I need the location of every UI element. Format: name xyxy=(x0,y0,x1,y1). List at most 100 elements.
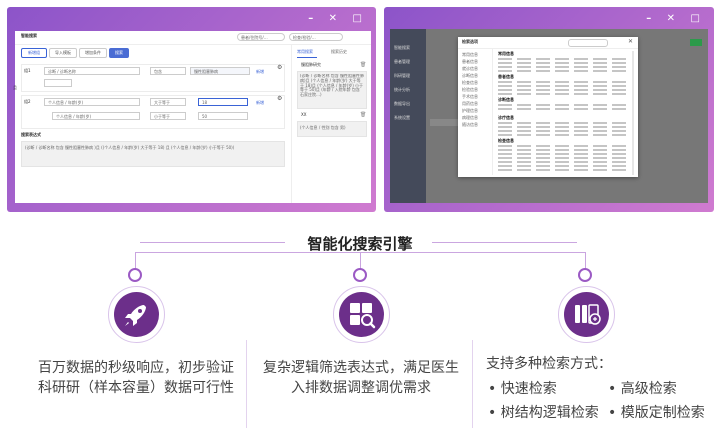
sidebar-item[interactable]: 统计分析 xyxy=(394,83,410,97)
column-separator xyxy=(246,340,247,428)
status-badge xyxy=(690,39,702,46)
and-label: 且 xyxy=(13,85,17,90)
group-1-label: 组1 xyxy=(24,68,31,73)
group-1-field-select[interactable]: 诊断 / 诊断名称 xyxy=(44,67,140,75)
search-mode-label: 快速检索 xyxy=(500,381,557,397)
group-1-logic-select[interactable] xyxy=(44,79,72,87)
delete-icon[interactable]: 🗑 xyxy=(360,62,366,68)
search-mode-label: 模版定制检索 xyxy=(620,405,705,421)
saved-search-item-1-text: (诊断 / 诊断名称 包含 慢性阻塞性肺病)且 (个人信息 / 年龄(岁) 大于… xyxy=(300,74,364,98)
sidebar-item[interactable]: 患者管理 xyxy=(394,55,410,69)
connector-node xyxy=(578,268,592,282)
expression-title: 搜索表达式 xyxy=(21,132,41,137)
add-condition-button[interactable]: 增加条件 xyxy=(79,48,107,58)
search-button[interactable]: 搜索 xyxy=(109,48,129,58)
tab-indicator xyxy=(297,57,317,58)
dialog-search-input[interactable] xyxy=(568,39,608,47)
settings-icon[interactable]: ⚙ xyxy=(277,95,282,102)
feature-description: 百万数据的秒级响应，初步验证科研研（样本容量）数据可行性 xyxy=(38,360,234,396)
group-2-value-input[interactable]: 18 xyxy=(198,98,248,106)
section-title: 诊断信息 xyxy=(498,97,514,102)
group-1-operator-select[interactable]: 包含 xyxy=(150,67,186,75)
group-2-field-select[interactable]: 个人信息 / 年龄(岁) xyxy=(44,98,140,106)
saved-search-item-2[interactable]: XX xyxy=(301,112,306,118)
category-item[interactable]: 护理信息 xyxy=(462,107,478,114)
sidebar-item[interactable]: 系统设置 xyxy=(394,111,410,125)
category-item[interactable]: 检查信息 xyxy=(462,79,478,86)
column-separator xyxy=(472,340,473,428)
sidebar-item[interactable]: 科研管理 xyxy=(394,69,410,83)
connector-node xyxy=(128,268,142,282)
feature-icon-frame xyxy=(333,286,390,343)
group-1-value-input[interactable]: 慢性阻塞肺病 xyxy=(190,67,250,75)
import-template-button[interactable]: 导入模板 xyxy=(49,48,77,58)
database-search-icon xyxy=(564,292,609,337)
group-2-operator2-select[interactable]: 小于等于 xyxy=(150,112,186,120)
option-list[interactable] xyxy=(498,122,626,136)
option-list[interactable] xyxy=(498,81,626,95)
section-title: 常用信息 xyxy=(498,51,514,56)
option-list[interactable] xyxy=(498,58,626,72)
group-2-add-link[interactable]: 新增 xyxy=(256,100,264,106)
window-controls[interactable]: – ✕ □ xyxy=(308,13,368,24)
side-divider xyxy=(291,45,292,203)
search-grid-icon xyxy=(339,292,384,337)
window-controls[interactable]: – ✕ □ xyxy=(646,13,706,24)
window-title: 智能搜索 xyxy=(21,33,37,38)
group-2-value2-input[interactable]: 50 xyxy=(198,112,248,120)
condition-group-1: 组1 诊断 / 诊断名称 包含 慢性阻塞肺病 新增 xyxy=(21,64,285,92)
page-title: 智能化搜索引擎 xyxy=(307,235,413,253)
scrollbar[interactable] xyxy=(632,51,634,175)
category-item[interactable]: 随访信息 xyxy=(462,121,478,128)
saved-search-item-2-text: (个人信息 / 性别 包含 男) xyxy=(300,125,346,130)
saved-search-item-1[interactable]: 慢阻肺研究 xyxy=(301,62,321,68)
divider xyxy=(15,44,371,45)
sidebar-item[interactable]: 数据导出 xyxy=(394,97,410,111)
sidebar-item[interactable]: 智能搜索 xyxy=(394,41,410,55)
new-group-button[interactable]: 新增组 xyxy=(21,48,47,58)
close-icon[interactable]: ✕ xyxy=(628,38,633,45)
saved-search-item-1-box: (诊断 / 诊断名称 包含 慢性阻塞性肺病)且 (个人信息 / 年龄(岁) 大于… xyxy=(297,71,367,109)
dimmed-field xyxy=(430,119,460,126)
category-item[interactable]: 患者信息 xyxy=(462,58,478,65)
condition-group-2: 组2 个人信息 / 年龄(岁) 大于等于 18 新增 个人信息 / 年龄(岁) … xyxy=(21,95,285,129)
exam-search-input[interactable]: 检查/检验/… xyxy=(289,33,343,41)
window-titlebar: – ✕ □ xyxy=(7,7,376,33)
category-item[interactable]: 检验信息 xyxy=(462,86,478,93)
sidebar-list: 智能搜索 患者管理 科研管理 统计分析 数据导出 系统设置 xyxy=(394,41,410,125)
search-mode-item: • 高级检索 xyxy=(608,381,677,397)
category-item[interactable]: 常用信息 xyxy=(462,51,478,58)
patient-search-input[interactable]: 患者/住院号/… xyxy=(237,33,285,41)
feature-icon-frame xyxy=(108,286,165,343)
group-1-add-link[interactable]: 新增 xyxy=(256,69,264,75)
dialog-divider xyxy=(492,49,493,175)
search-mode-label: 高级检索 xyxy=(620,381,677,397)
search-mode-item: • 模版定制检索 xyxy=(608,405,705,421)
feature-icon-frame xyxy=(558,286,615,343)
section-title: 诊疗信息 xyxy=(498,115,514,120)
screenshot-search-options: – ✕ □ 智能搜索 患者管理 科研管理 统计分析 数据导出 系统设置 检索选项… xyxy=(384,7,714,212)
expression-text: (诊断 / 诊断名称 包含 慢性阻塞性肺病 )且 ((个人信息 / 年龄(岁) … xyxy=(25,145,235,150)
search-options-dialog: 检索选项 ✕ 常用信息 患者信息 就诊信息 诊断信息 检查信息 检验信息 手术信… xyxy=(458,37,638,177)
option-list[interactable] xyxy=(498,104,626,112)
section-title: 患者信息 xyxy=(498,74,514,79)
settings-icon[interactable]: ⚙ xyxy=(277,64,282,71)
group-2-field2-select[interactable]: 个人信息 / 年龄(岁) xyxy=(52,112,140,120)
category-item[interactable]: 病理信息 xyxy=(462,114,478,121)
saved-search-item-2-box: (个人信息 / 性别 包含 男) xyxy=(297,121,367,137)
search-mode-item: • 树结构逻辑检索 xyxy=(488,405,599,421)
category-item[interactable]: 手术信息 xyxy=(462,93,478,100)
dialog-title: 检索选项 xyxy=(462,39,478,44)
feature-description: 支持多种检索方式： xyxy=(486,356,612,372)
category-item[interactable]: 用药信息 xyxy=(462,100,478,107)
category-item[interactable]: 就诊信息 xyxy=(462,65,478,72)
tab-common-search[interactable]: 常用搜索 xyxy=(297,49,313,55)
divider xyxy=(458,48,638,49)
category-item[interactable]: 诊断信息 xyxy=(462,72,478,79)
feature-description: 复杂逻辑筛选表达式，满足医生入排数据调整调优需求 xyxy=(263,360,459,396)
delete-icon[interactable]: 🗑 xyxy=(360,112,366,118)
option-list[interactable] xyxy=(498,145,626,171)
tab-search-history[interactable]: 搜索历史 xyxy=(331,49,347,55)
group-2-operator-select[interactable]: 大于等于 xyxy=(150,98,186,106)
search-window: 智能搜索 患者/住院号/… 检查/检验/… 新增组 导入模板 增加条件 搜索 组… xyxy=(13,31,371,203)
